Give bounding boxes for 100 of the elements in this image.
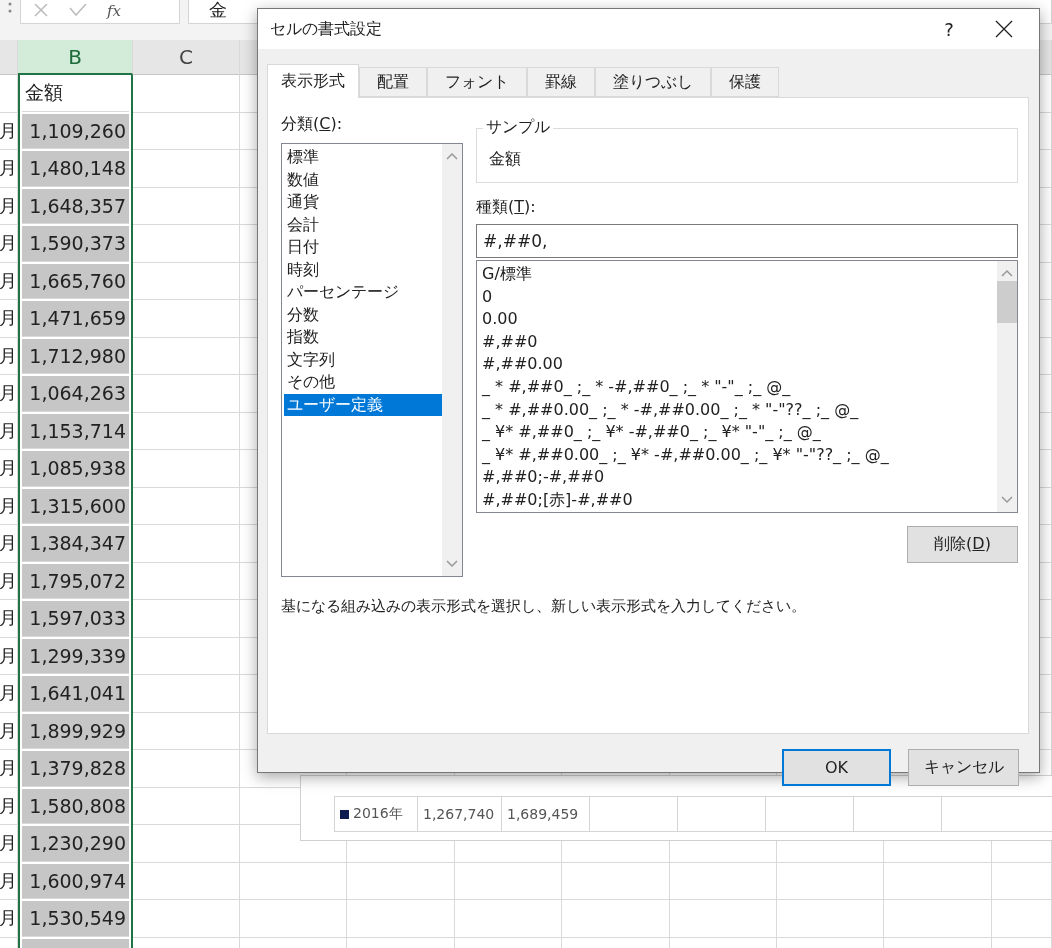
table-cell: 1,480,148 bbox=[22, 151, 129, 187]
table-cell: 月 bbox=[0, 825, 18, 863]
category-item[interactable]: ユーザー定義 bbox=[284, 393, 442, 416]
format-item[interactable]: #,##0 bbox=[479, 330, 997, 354]
format-item[interactable]: _ * #,##0.00_ ;_ * -#,##0.00_ ;_ * "-"??_ ;_ @_ bbox=[479, 398, 997, 422]
table-cell: 月 bbox=[0, 525, 18, 563]
table-cell: 1,299,339 bbox=[22, 638, 129, 674]
chart-area[interactable]: 2016年 1,267,740 1,689,459 bbox=[300, 775, 1052, 841]
table-cell: 1,471,659 bbox=[22, 301, 129, 337]
table-cell: 月 bbox=[0, 600, 18, 638]
column-header[interactable]: B bbox=[18, 40, 133, 75]
scroll-thumb[interactable] bbox=[997, 280, 1017, 323]
check-icon[interactable] bbox=[69, 4, 87, 18]
table-cell: 1,109,260 bbox=[22, 113, 129, 149]
format-item[interactable]: #,##0;-#,##0 bbox=[479, 466, 997, 489]
category-item[interactable]: 通貨 bbox=[284, 191, 442, 214]
category-item[interactable]: 標準 bbox=[284, 146, 442, 169]
table-cell: 1,315,600 bbox=[22, 488, 129, 524]
category-item[interactable]: 文字列 bbox=[284, 348, 442, 371]
table-cell: 1,379,828 bbox=[22, 751, 129, 787]
type-input[interactable]: #,##0, bbox=[476, 224, 1018, 258]
table-cell: 月 bbox=[0, 450, 18, 488]
table-cell: 1,580,808 bbox=[22, 788, 129, 824]
format-item[interactable]: #,##0;[赤]-#,##0 bbox=[479, 488, 997, 512]
table-cell: 月 bbox=[0, 187, 18, 225]
category-item[interactable]: 会計 bbox=[284, 213, 442, 236]
format-item[interactable]: _ ¥* #,##0_ ;_ ¥* -#,##0_ ;_ ¥* "-"_ ;_ @_ bbox=[479, 421, 997, 444]
type-label: 種類(T): bbox=[476, 197, 537, 218]
table-cell: 月 bbox=[0, 900, 18, 938]
table-cell: 1,153,714 bbox=[22, 413, 129, 449]
table-cell: 1,384,347 bbox=[22, 526, 129, 562]
format-item[interactable]: G/標準 bbox=[479, 263, 997, 286]
category-item[interactable]: パーセンテージ bbox=[284, 281, 442, 304]
scroll-up-icon[interactable] bbox=[1001, 269, 1013, 277]
table-cell: 1,590,373 bbox=[22, 226, 129, 262]
category-item[interactable]: 指数 bbox=[284, 326, 442, 349]
table-cell: 月 bbox=[0, 112, 18, 150]
table-cell: 月 bbox=[0, 262, 18, 300]
table-cell: 1,085,938 bbox=[22, 451, 129, 487]
category-label: 分類(C): bbox=[281, 114, 344, 135]
table-cell: 月 bbox=[0, 337, 18, 375]
tab[interactable]: 塗りつぶし bbox=[595, 67, 711, 97]
format-item[interactable]: 0.00 bbox=[479, 308, 997, 331]
sample-value: 金額 bbox=[489, 149, 521, 168]
table-cell: 1,230,290 bbox=[22, 826, 129, 862]
table-cell: 1,712,980 bbox=[22, 338, 129, 374]
table-cell: 月 bbox=[0, 637, 18, 675]
column-header[interactable]: C bbox=[133, 40, 240, 75]
table-cell: 月 bbox=[0, 487, 18, 525]
column-header[interactable] bbox=[0, 40, 18, 75]
table-cell: 月 bbox=[0, 375, 18, 413]
format-item[interactable]: #,##0.00 bbox=[479, 353, 997, 376]
table-cell: 1,597,033 bbox=[22, 601, 129, 637]
table-cell: 1,665,760 bbox=[22, 263, 129, 299]
tab[interactable]: 罫線 bbox=[527, 67, 595, 97]
format-list[interactable] bbox=[476, 260, 1018, 513]
tab[interactable]: 保護 bbox=[711, 67, 779, 97]
window-title: セルの書式設定 bbox=[270, 18, 383, 40]
category-list[interactable]: 標準 数値 通貨 会計 日付 時刻 パーセンテージ 分数 指数 文字列 その他 ユーザー定義 bbox=[281, 143, 463, 577]
category-item[interactable]: その他 bbox=[284, 371, 442, 394]
category-item[interactable]: 時刻 bbox=[284, 258, 442, 281]
table-cell: 月 bbox=[0, 862, 18, 900]
ok-button[interactable]: OK bbox=[782, 749, 891, 786]
table-cell: 1,648,357 bbox=[22, 188, 129, 224]
cancel-icon[interactable] bbox=[33, 4, 49, 18]
format-item[interactable]: 0 bbox=[479, 285, 997, 309]
tab[interactable]: 配置 bbox=[359, 67, 427, 97]
description-text: 基になる組み込みの表示形式を選択し、新しい表示形式を入力してください。 bbox=[281, 597, 807, 616]
category-item[interactable]: 分数 bbox=[284, 303, 442, 326]
table-cell bbox=[992, 862, 1052, 900]
format-item[interactable]: _ * #,##0_ ;_ * -#,##0_ ;_ * "-"_ ;_ @_ bbox=[479, 375, 997, 399]
table-cell: 月 bbox=[0, 562, 18, 600]
insert-function-button[interactable]: fx bbox=[107, 2, 121, 20]
table-cell: 月 bbox=[0, 712, 18, 750]
delete-button[interactable]: 削除(D) bbox=[907, 526, 1018, 563]
table-cell: 1,795,072 bbox=[22, 563, 129, 599]
table-cell: 1,064,263 bbox=[22, 376, 129, 412]
table-cell: 月 bbox=[0, 750, 18, 788]
table-cell: 1,267,740 bbox=[417, 797, 501, 831]
close-icon bbox=[995, 20, 1013, 38]
help-button[interactable]: ? bbox=[929, 18, 969, 40]
scroll-up-icon[interactable] bbox=[446, 152, 458, 160]
tab[interactable]: 表示形式 bbox=[267, 64, 359, 98]
table-cell: 1,899,929 bbox=[22, 713, 129, 749]
sample-legend: サンプル bbox=[483, 117, 553, 138]
table-cell: 月 bbox=[0, 412, 18, 450]
table-cell: 1,689,459 bbox=[501, 797, 589, 831]
category-item[interactable]: 日付 bbox=[284, 236, 442, 259]
table-cell: 1,641,041 bbox=[22, 676, 129, 712]
scroll-down-icon[interactable] bbox=[1001, 496, 1013, 504]
table-cell: 1,530,549 bbox=[22, 901, 129, 937]
series-label: 2016年 bbox=[353, 805, 403, 823]
tab[interactable]: フォント bbox=[427, 67, 527, 97]
table-cell: 月 bbox=[0, 225, 18, 263]
table-cell: 月 bbox=[0, 150, 18, 188]
table-cell bbox=[992, 900, 1052, 938]
scroll-down-icon[interactable] bbox=[446, 560, 458, 568]
cancel-button[interactable]: キャンセル bbox=[908, 749, 1019, 786]
category-item[interactable]: 数値 bbox=[284, 168, 442, 191]
format-item[interactable]: _ ¥* #,##0.00_ ;_ ¥* -#,##0.00_ ;_ ¥* "-"??_ ;_ @_ bbox=[479, 443, 997, 467]
